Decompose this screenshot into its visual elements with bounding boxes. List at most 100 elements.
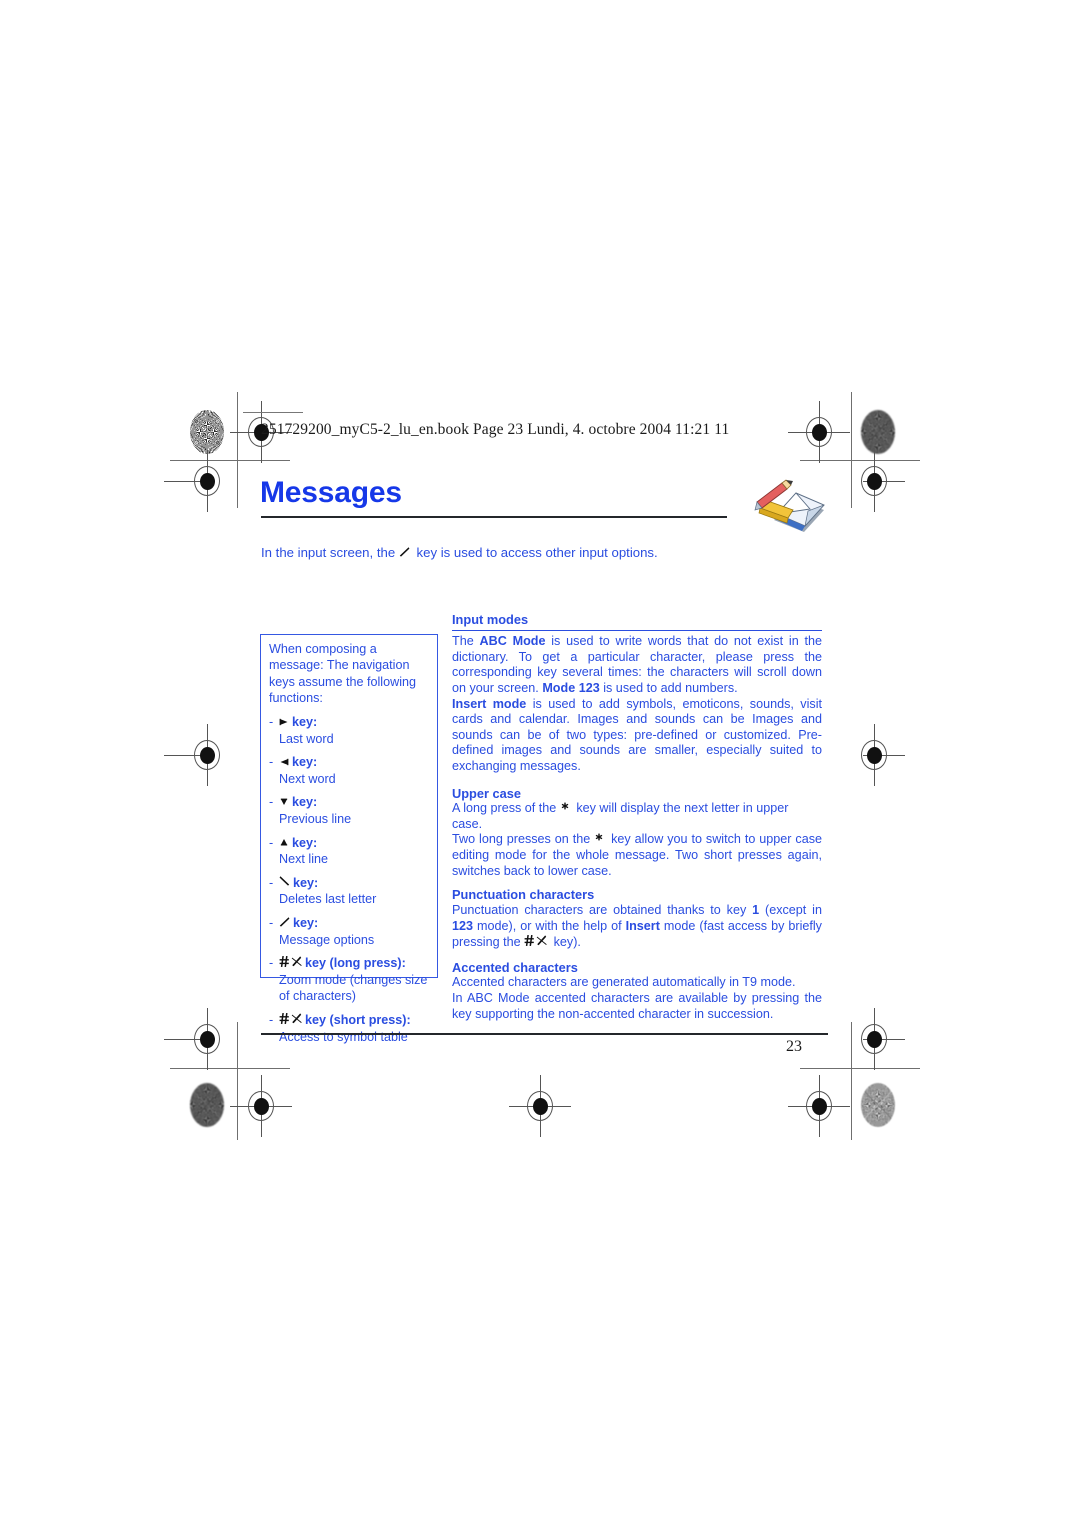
input-modes-column: Input modes The ABC Mode is used to writ… bbox=[452, 612, 822, 1022]
footer-rule bbox=[261, 1033, 828, 1035]
key-item-desc: Zoom mode (changes size of characters) bbox=[279, 973, 428, 1004]
key-item-last-word: - key: Last word bbox=[269, 714, 430, 747]
key-item-head-text: key: bbox=[293, 875, 319, 890]
key-item-heading: key: bbox=[279, 714, 430, 731]
key-item-heading: key: bbox=[279, 794, 430, 811]
section-heading: Accented characters bbox=[452, 959, 578, 975]
navigation-keys-box: When composing a message: The navigation… bbox=[260, 634, 438, 1044]
bullet-dash: - bbox=[269, 956, 274, 971]
key-item-desc: Previous line bbox=[279, 812, 352, 827]
registration-mark-right-middle bbox=[851, 724, 905, 786]
bullet-dash: - bbox=[269, 835, 274, 850]
intro-text-after: key is used to access other input option… bbox=[416, 545, 658, 560]
arrow-up-key-icon bbox=[279, 835, 289, 851]
density-patch-top-right bbox=[861, 410, 895, 454]
key-item-next-word: - key: Next word bbox=[269, 754, 430, 787]
section-punctuation-characters: Punctuation characters Punctuation chara… bbox=[452, 887, 822, 951]
key-item-delete-letter: - key: Deletes last letter bbox=[269, 875, 430, 908]
intro-line: In the input screen, the key is used to … bbox=[261, 545, 658, 561]
pencil-key-icon bbox=[399, 546, 410, 561]
key-item-desc: Next line bbox=[279, 852, 328, 867]
section-paragraph: Punctuation characters are obtained than… bbox=[452, 903, 822, 952]
envelope-pencil-icon bbox=[744, 474, 828, 536]
bullet-dash: - bbox=[269, 755, 274, 770]
section-paragraph: The ABC Mode is used to write words that… bbox=[452, 634, 822, 695]
section-upper-case: Upper case A long press of the key will … bbox=[452, 786, 822, 880]
key-item-heading: key: bbox=[279, 915, 430, 932]
crop-line-horizontal-left-bottom bbox=[170, 1068, 290, 1069]
section-paragraph: In ABC Mode accented characters are avai… bbox=[452, 990, 822, 1021]
page-number: 23 bbox=[786, 1038, 802, 1055]
density-patch-bottom-right bbox=[861, 1083, 895, 1127]
key-item-desc: Next word bbox=[279, 771, 336, 786]
registration-mark-bottom-left bbox=[230, 1075, 292, 1137]
section-paragraph: A long press of the key will display the… bbox=[452, 801, 789, 831]
page-title: Messages bbox=[260, 476, 402, 509]
pencil-key-icon bbox=[279, 916, 290, 932]
density-patch-bottom-left bbox=[190, 1083, 224, 1127]
section-paragraph: Two long presses on the key allow you to… bbox=[452, 832, 823, 878]
hash-pencil-key-icon bbox=[279, 1012, 302, 1029]
registration-mark-left-lower bbox=[164, 1008, 230, 1070]
key-item-head-text: key: bbox=[292, 715, 318, 730]
registration-mark-right-lower bbox=[851, 1008, 905, 1070]
section-input-modes: Input modes The ABC Mode is used to writ… bbox=[452, 612, 822, 775]
navigation-keys-lead: When composing a message: The navigation… bbox=[269, 642, 416, 706]
section-heading: Input modes bbox=[452, 612, 529, 627]
section-heading: Upper case bbox=[452, 785, 521, 801]
registration-mark-bottom-center bbox=[509, 1075, 571, 1137]
registration-mark-left-upper bbox=[164, 450, 230, 512]
arrow-right-key-icon bbox=[279, 715, 289, 731]
hash-pencil-key-icon bbox=[524, 934, 547, 952]
bullet-dash: - bbox=[269, 715, 274, 730]
key-item-desc: Message options bbox=[279, 932, 375, 947]
file-header-text: 251729200_myC5-2_lu_en.book Page 23 Lund… bbox=[261, 421, 730, 438]
density-patch-top-left bbox=[190, 410, 224, 454]
manual-page: 251729200_myC5-2_lu_en.book Page 23 Lund… bbox=[0, 0, 1080, 1528]
crop-line-horizontal-right-bottom bbox=[800, 1068, 920, 1069]
arrow-left-key-icon bbox=[279, 755, 289, 771]
key-item-desc: Deletes last letter bbox=[279, 892, 377, 907]
bullet-dash: - bbox=[269, 875, 274, 890]
key-item-heading: key: bbox=[279, 875, 430, 892]
bullet-dash: - bbox=[269, 795, 274, 810]
key-item-heading: key (short press): bbox=[279, 1012, 430, 1029]
section-paragraph: Insert mode is used to add symbols, emot… bbox=[452, 696, 822, 773]
section-heading: Punctuation characters bbox=[452, 887, 595, 903]
section-rule bbox=[452, 629, 822, 632]
registration-mark-bottom-right bbox=[788, 1075, 850, 1137]
key-item-head-text: key: bbox=[292, 755, 318, 770]
file-header-line: 251729200_myC5-2_lu_en.book Page 23 Lund… bbox=[243, 412, 730, 439]
key-item-symbol-table: - key (short press): Access to symbol ta… bbox=[269, 1012, 430, 1045]
key-item-desc: Access to symbol table bbox=[279, 1030, 408, 1044]
key-item-previous-line: - key: Previous line bbox=[269, 794, 430, 827]
key-item-heading: key: bbox=[279, 754, 430, 771]
arrow-down-key-icon bbox=[279, 795, 289, 811]
bullet-dash: - bbox=[269, 915, 274, 930]
key-item-head-text: key: bbox=[292, 835, 318, 850]
section-paragraph: Accented characters are generated automa… bbox=[452, 975, 796, 990]
registration-mark-top-right bbox=[788, 401, 850, 463]
hash-pencil-key-icon bbox=[279, 955, 302, 972]
section-accented-characters: Accented characters Accented characters … bbox=[452, 960, 822, 1022]
key-item-desc: Last word bbox=[279, 731, 334, 746]
asterisk-key-icon bbox=[594, 832, 604, 848]
registration-mark-left-middle bbox=[164, 724, 230, 786]
key-item-zoom-mode: - key (long press): Zoom mode (changes s… bbox=[269, 955, 430, 1004]
intro-text-before: In the input screen, the bbox=[261, 545, 396, 560]
key-item-head-text: key (long press): bbox=[305, 956, 406, 971]
key-item-message-options: - key: Message options bbox=[269, 915, 430, 948]
key-item-head-text: key: bbox=[292, 795, 318, 810]
backslash-key-icon bbox=[279, 875, 290, 891]
key-item-heading: key (long press): bbox=[279, 955, 430, 972]
asterisk-key-icon bbox=[560, 801, 570, 817]
bullet-dash: - bbox=[269, 1012, 274, 1027]
key-item-head-text: key: bbox=[293, 915, 319, 930]
key-item-head-text: key (short press): bbox=[305, 1012, 411, 1027]
registration-mark-right-upper bbox=[851, 450, 905, 512]
key-item-heading: key: bbox=[279, 835, 430, 852]
title-rule bbox=[261, 516, 727, 518]
